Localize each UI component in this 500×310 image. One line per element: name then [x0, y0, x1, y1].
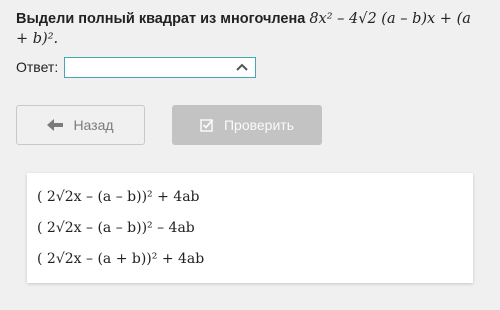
arrow-left-icon: [47, 119, 64, 131]
options-list: ( 2√2x – (a – b))² + 4ab ( 2√2x – (a – b…: [27, 173, 473, 283]
checkbox-check-icon: [200, 119, 214, 132]
answer-label: Ответ:: [16, 59, 59, 75]
option-2[interactable]: ( 2√2x – (a – b))² – 4ab: [27, 213, 473, 244]
back-button-label: Назад: [73, 117, 114, 133]
option-3[interactable]: ( 2√2x – (a + b))² + 4ab: [27, 244, 473, 275]
chevron-up-icon: [236, 63, 248, 71]
question-text: Выдели полный квадрат из многочлена 8x² …: [16, 9, 486, 49]
back-button[interactable]: Назад: [16, 105, 145, 145]
answer-row: Ответ:: [16, 56, 257, 78]
check-button[interactable]: Проверить: [172, 105, 322, 145]
option-1[interactable]: ( 2√2x – (a – b))² + 4ab: [27, 182, 473, 213]
question-prefix: Выдели полный квадрат из многочлена: [16, 11, 306, 27]
answer-dropdown[interactable]: [64, 56, 257, 78]
check-button-label: Проверить: [223, 117, 294, 133]
